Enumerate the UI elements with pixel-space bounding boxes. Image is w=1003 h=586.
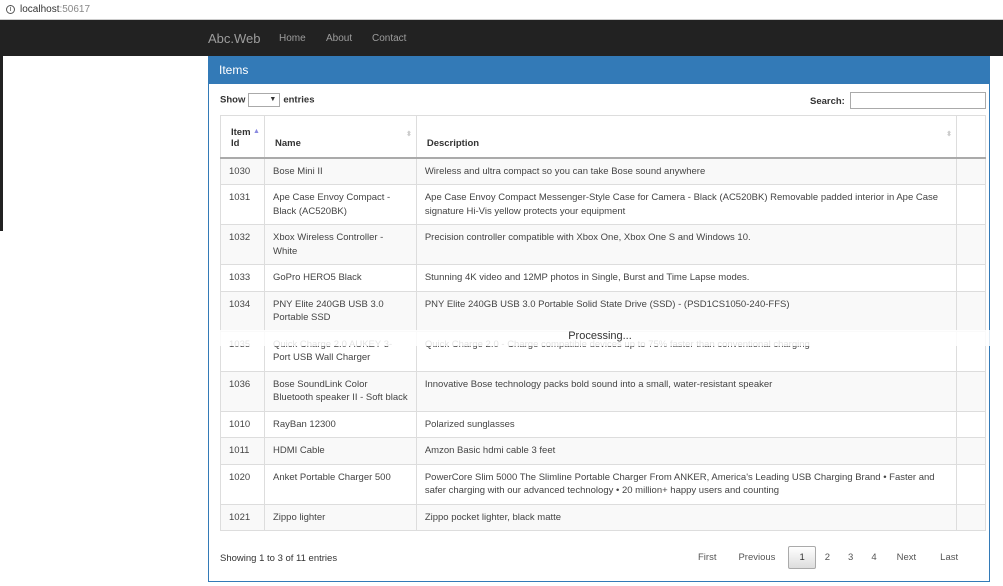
page-next[interactable]: Next [888,547,926,568]
cell-description: Stunning 4K video and 12MP photos in Sin… [415,264,958,292]
sort-icon: ⬍ [946,131,952,138]
cell-item-id: 1033 [220,264,265,292]
cell-item-id: 1031 [220,184,265,225]
cell-item-id: 1011 [220,437,265,465]
cell-description: Precision controller compatible with Xbo… [415,224,958,265]
cell-name: PNY Elite 240GB USB 3.0 Portable SSD [263,291,417,332]
cell-name: Zippo lighter [263,504,417,531]
table-row[interactable]: 1031 Ape Case Envoy Compact - Black (AC52… [220,184,986,225]
pagination: First Previous 1 2 3 4 Next Last [689,546,967,569]
cell-extra [956,224,986,265]
nav-contact[interactable]: Contact [372,33,406,44]
cell-item-id: 1010 [220,411,265,438]
cell-item-id: 1034 [220,291,265,332]
cell-name: Xbox Wireless Controller - White [263,224,417,265]
cell-item-id: 1020 [220,464,265,505]
cell-extra [956,264,986,292]
page-first[interactable]: First [689,547,725,568]
page-2[interactable]: 2 [816,547,839,568]
cell-description: PowerCore Slim 5000 The Slimline Portabl… [415,464,958,505]
table-row[interactable]: 1020 Anket Portable Charger 500 PowerCore … [220,464,986,505]
cell-extra [956,157,986,185]
cell-description: Amzon Basic hdmi cable 3 feet [415,437,958,465]
cell-extra [956,411,986,438]
cell-extra [956,184,986,225]
cell-item-id: 1030 [220,157,265,185]
cell-item-id: 1021 [220,504,265,531]
page-3[interactable]: 3 [839,547,862,568]
brand-link[interactable]: Abc.Web [208,31,261,46]
url-host: localhost [20,4,60,15]
column-header-name[interactable]: Name ⬍ [263,115,417,159]
cell-description: Wireless and ultra compact so you can ta… [415,157,958,185]
url-port: :50617 [59,4,91,15]
page-previous[interactable]: Previous [729,547,784,568]
entries-label: entries [283,94,315,106]
cell-name: Anket Portable Charger 500 [263,464,417,505]
cell-item-id: 1032 [220,224,265,265]
nav-about[interactable]: About [326,33,352,44]
cell-extra [956,437,986,465]
table-row[interactable]: 1036 Bose SoundLink Color Bluetooth speak… [220,371,986,412]
table-row[interactable]: 1032 Xbox Wireless Controller - White Prec… [220,224,986,265]
cell-name: HDMI Cable [263,437,417,465]
cell-description: Innovative Bose technology packs bold so… [415,371,958,412]
sort-asc-icon: ▲ [253,128,260,135]
cell-extra [956,464,986,505]
column-header-item-id[interactable]: Item Id ▲ [220,115,265,159]
background-window-edge [0,56,3,231]
cell-extra [956,371,986,412]
cell-description: PNY Elite 240GB USB 3.0 Portable Solid S… [415,291,958,332]
table-row[interactable]: 1011 HDMI Cable Amzon Basic hdmi cable 3 f… [220,437,986,465]
search-input[interactable] [850,92,986,109]
column-header-description[interactable]: Description ⬍ [415,115,958,159]
info-icon[interactable]: i [6,5,15,14]
page-last[interactable]: Last [931,547,967,568]
show-label: Show [220,94,246,106]
table-row[interactable]: 1033 GoPro HERO5 Black Stunning 4K video a… [220,264,986,292]
page-1[interactable]: 1 [788,546,816,569]
page-length-select[interactable]: ▼ [248,93,281,107]
nav-home[interactable]: Home [279,33,306,44]
address-bar[interactable]: i localhost:50617 [0,0,1003,20]
page-4[interactable]: 4 [862,547,885,568]
cell-description: Ape Case Envoy Compact Messenger-Style C… [415,184,958,225]
header-row: Item Id ▲ Name ⬍ Description ⬍ [220,115,986,159]
cell-extra [956,504,986,531]
cell-extra [956,291,986,332]
cell-name: Bose SoundLink Color Bluetooth speaker I… [263,371,417,412]
cell-description: Polarized sunglasses [415,411,958,438]
processing-indicator: Processing... [209,330,991,346]
table-row[interactable]: 1034 PNY Elite 240GB USB 3.0 Portable SSD… [220,291,986,332]
cell-name: RayBan 12300 [263,411,417,438]
cell-name: Bose Mini II [263,157,417,185]
search-label: Search: [810,96,845,107]
length-control: Show ▼ entries [220,93,315,107]
cell-description: Zippo pocket lighter, black matte [415,504,958,531]
table-info: Showing 1 to 3 of 11 entries [220,553,338,564]
sort-icon: ⬍ [405,131,412,138]
cell-item-id: 1036 [220,371,265,412]
panel-title: Items [209,56,989,84]
items-table: Item Id ▲ Name ⬍ Description ⬍ 1030 Bose Min… [220,115,986,531]
navbar: Abc.Web Home About Contact [0,20,1003,56]
table-row[interactable]: 1030 Bose Mini II Wireless and ultra compa… [220,157,986,185]
table-row[interactable]: 1021 Zippo lighter Zippo pocket lighter, b… [220,504,986,531]
items-panel: Items Show ▼ entries Search: Item Id ▲ Name… [208,56,991,582]
cell-name: GoPro HERO5 Black [263,264,417,292]
column-header-extra[interactable] [956,115,986,159]
cell-name: Ape Case Envoy Compact - Black (AC520BK) [263,184,417,225]
table-row[interactable]: 1010 RayBan 12300 Polarized sunglasses [220,411,986,438]
